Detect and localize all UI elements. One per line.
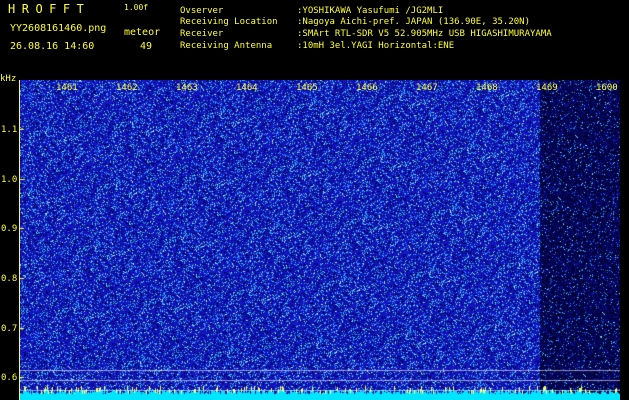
y-tick-1-0: 1.0	[1, 175, 18, 185]
y-axis-line	[19, 80, 20, 400]
meteor-label: meteor	[124, 27, 161, 38]
x-tick-1464: 1464	[236, 83, 258, 93]
antenna-key: Receiving Antenna	[180, 41, 273, 51]
antenna-value: :10mH 3el.YAGI Horizontal:ENE	[297, 41, 455, 51]
x-tick-1466: 1466	[356, 83, 378, 93]
y-tick-1-1: 1.1	[1, 125, 18, 135]
y-tick-0-9: 0.9	[1, 224, 18, 234]
observer-key: Ovserver	[180, 6, 224, 16]
receiver-value: :SMArt RTL-SDR V5 52.905MHz USB HIGASHIM…	[297, 29, 552, 39]
x-tick-1462: 1462	[116, 83, 138, 93]
file-name: YY2608161460.png	[10, 23, 107, 34]
header-panel: HROFFT 1.00f YY2608161460.png meteor 26.…	[0, 0, 629, 84]
x-tick-1600: 1600	[596, 83, 618, 93]
x-tick-1468: 1468	[476, 83, 498, 93]
x-tick-1467: 1467	[416, 83, 438, 93]
meteor-count: 49	[140, 41, 153, 52]
app-title: HROFFT	[8, 2, 91, 16]
location-key: Receiving Location	[180, 17, 278, 27]
x-tick-1463: 1463	[176, 83, 198, 93]
y-tick-0-6: 0.6	[1, 373, 18, 383]
spectrogram-plot	[20, 80, 620, 400]
y-tick-0-7: 0.7	[1, 324, 18, 334]
y-axis-unit: kHz	[0, 74, 17, 84]
x-tick-1469: 1469	[536, 83, 558, 93]
timestamp: 26.08.16 14:60	[10, 41, 95, 52]
y-tick-0-8: 0.8	[1, 274, 18, 284]
observer-value: :YOSHIKAWA Yasufumi /JG2MLI	[297, 6, 444, 16]
receiver-key: Receiver	[180, 29, 224, 39]
x-tick-1465: 1465	[296, 83, 318, 93]
x-tick-1461: 1461	[56, 83, 78, 93]
location-value: :Nagoya Aichi-pref. JAPAN (136.90E, 35.2…	[297, 17, 530, 27]
app-version: 1.00f	[124, 3, 149, 12]
